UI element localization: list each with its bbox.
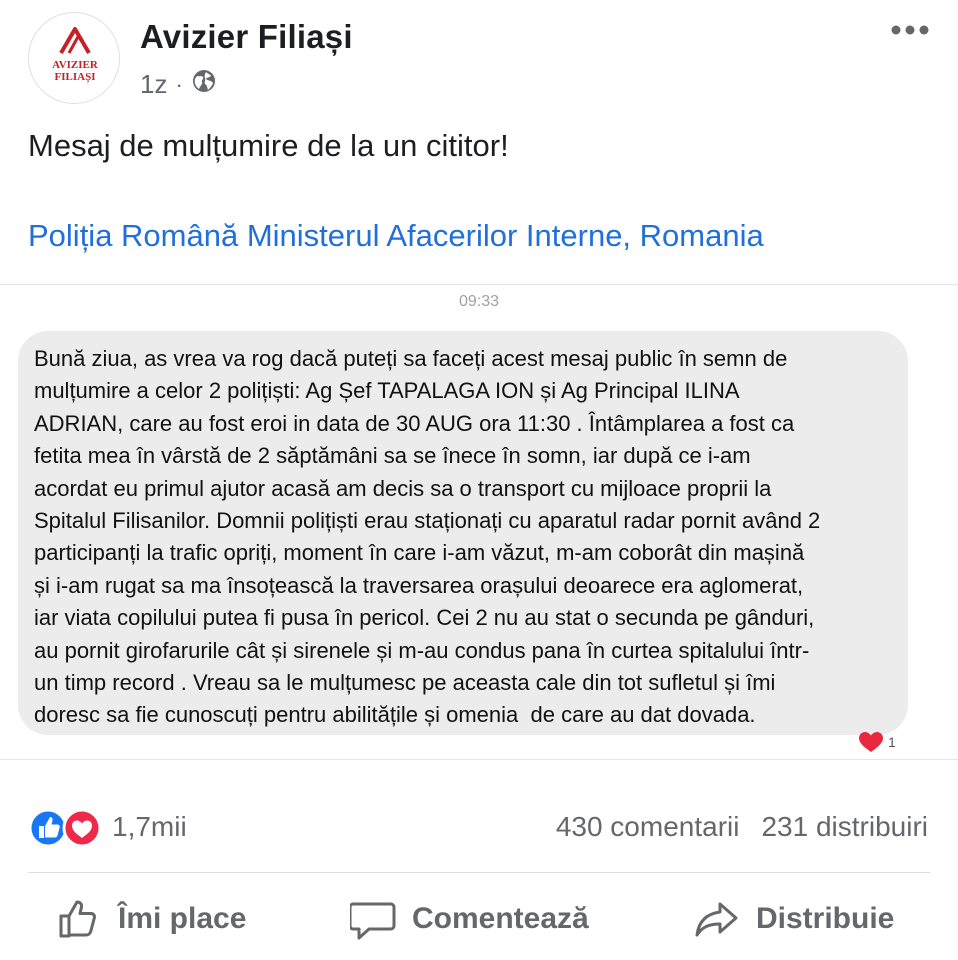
share-button[interactable]: Distribuie (694, 896, 894, 942)
more-options-button[interactable] (890, 18, 930, 42)
thumbs-up-icon (59, 900, 96, 938)
logo-text-line1: AVIZIER (52, 59, 99, 71)
comments-count[interactable]: 430 comentarii (556, 811, 740, 843)
comment-button[interactable]: Comentează (350, 896, 589, 942)
heart-icon (859, 732, 883, 752)
comment-label: Comentează (412, 902, 589, 935)
globe-icon (191, 68, 217, 101)
logo-text-line2: FILIAȘI (55, 71, 96, 83)
post-meta: 1z · (140, 68, 217, 101)
shares-count[interactable]: 231 distribuiri (761, 811, 928, 843)
meta-separator: · (175, 71, 183, 97)
reactions-total[interactable]: 1,7mii (112, 811, 187, 843)
post-header: AVIZIER FILIAȘI Avizier Filiași 1z · (0, 0, 958, 110)
message-screenshot[interactable]: 09:33 Bună ziua, as vrea va rog dacă put… (0, 284, 958, 760)
page-name-link[interactable]: Avizier Filiași (140, 18, 353, 56)
message-bubble: Bună ziua, as vrea va rog dacă puteți sa… (18, 331, 908, 735)
page-avatar[interactable]: AVIZIER FILIAȘI (28, 12, 120, 104)
share-label: Distribuie (756, 902, 895, 935)
logo-icon: AVIZIER FILIAȘI (52, 27, 99, 83)
reaction-icons[interactable] (28, 808, 104, 848)
more-icon (891, 25, 929, 35)
post-text: Mesaj de mulțumire de la un cititor! (28, 128, 509, 163)
love-reaction-icon (62, 808, 102, 848)
like-button[interactable]: Îmi place (56, 896, 246, 942)
like-reaction-icon (28, 808, 68, 848)
actions-divider (28, 872, 930, 873)
message-time: 09:33 (458, 293, 500, 310)
comment-icon (350, 902, 396, 940)
message-reaction: 1 (858, 731, 896, 753)
engagement-stats: 1,7mii 430 comentarii 231 distribuiri (0, 800, 958, 856)
reaction-count: 1 (888, 734, 896, 750)
post-timestamp[interactable]: 1z (140, 69, 167, 100)
message-text: Bună ziua, as vrea va rog dacă puteți sa… (34, 346, 821, 728)
share-icon (695, 902, 738, 937)
stats-right: 430 comentarii 231 distribuiri (556, 811, 928, 843)
post-actions: Îmi place Comentează Distribuie (0, 880, 958, 960)
tagged-page-link[interactable]: Poliția Română Ministerul Afacerilor Int… (28, 218, 764, 254)
like-label: Îmi place (118, 902, 247, 935)
